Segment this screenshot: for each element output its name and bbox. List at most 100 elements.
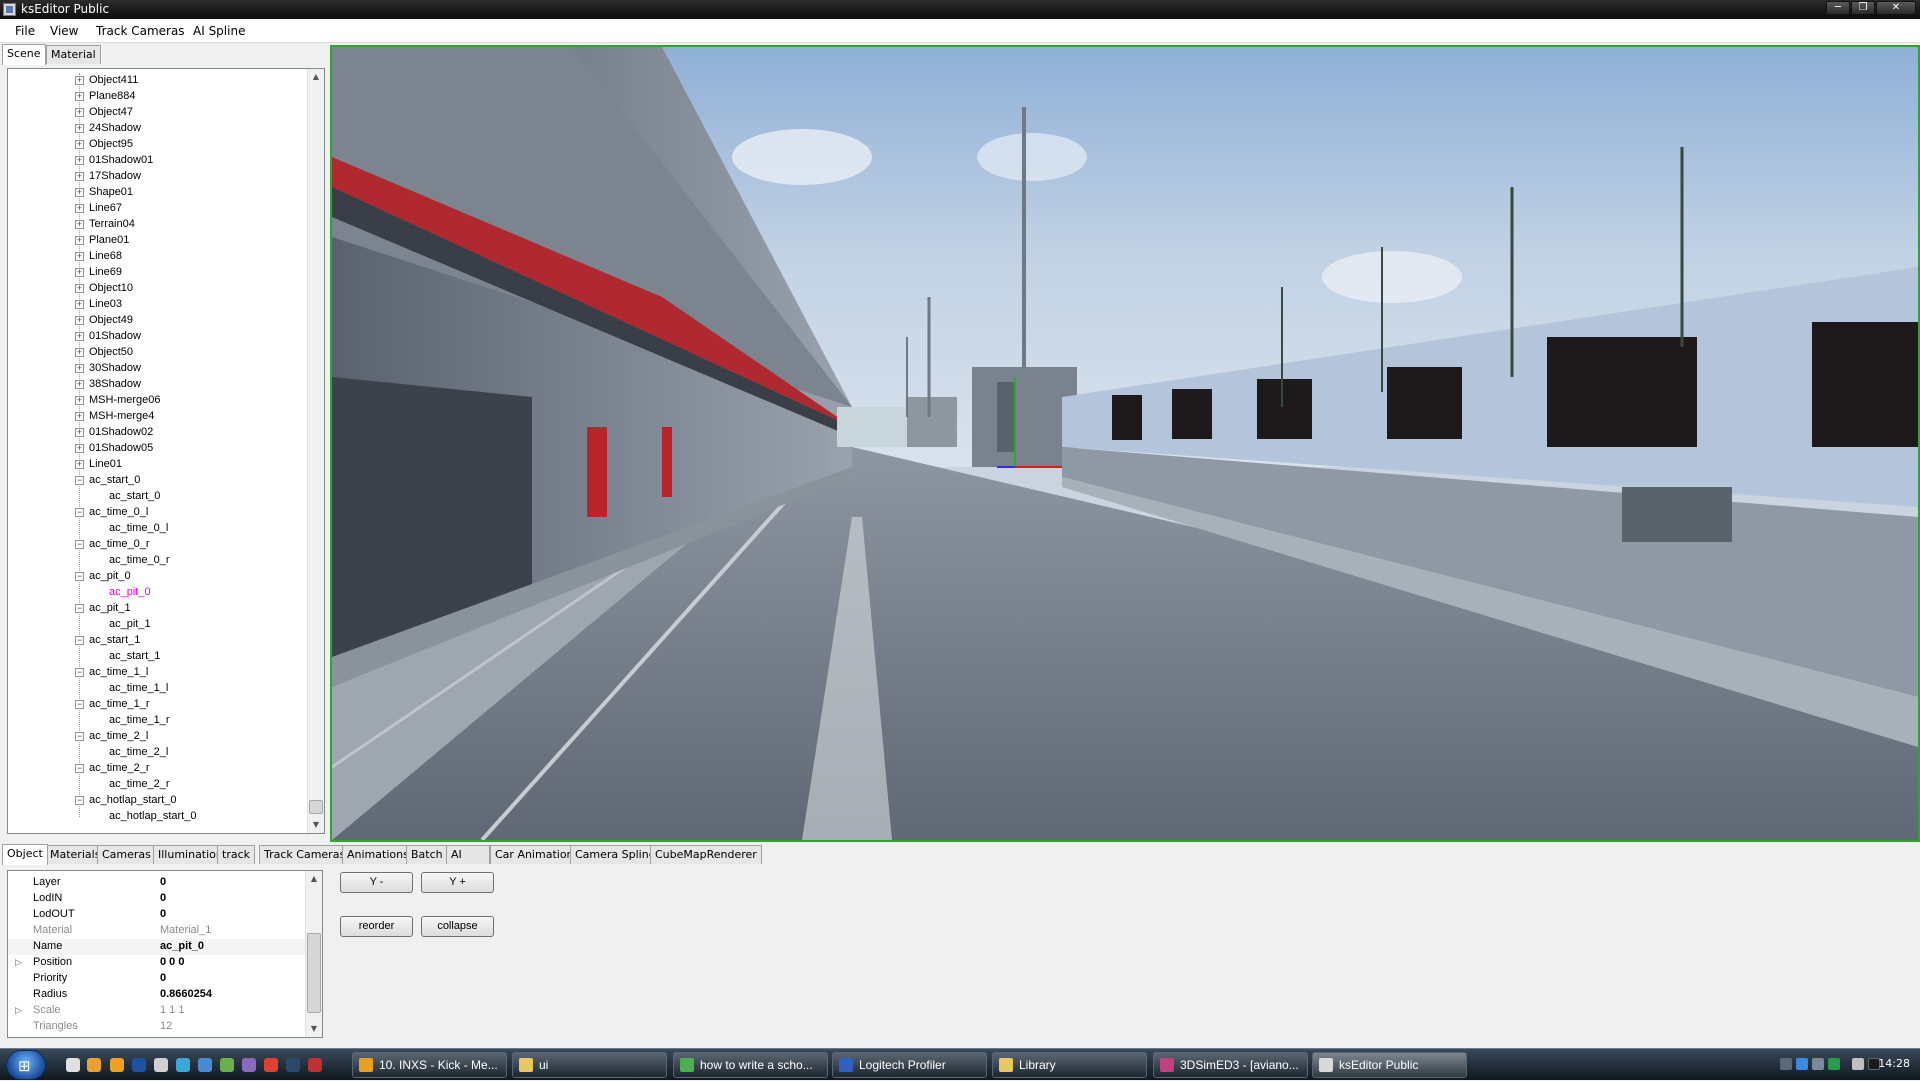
tree-node[interactable]: ac_time_1_l — [8, 681, 308, 697]
expand-icon[interactable]: + — [75, 428, 84, 437]
expand-icon[interactable]: + — [75, 300, 84, 309]
tree-node[interactable]: ac_time_0_r — [8, 553, 308, 569]
menu-ai-spline[interactable]: AI Spline — [193, 24, 245, 38]
property-value[interactable]: 0 0 0 — [160, 956, 184, 968]
expand-icon[interactable]: + — [75, 108, 84, 117]
expand-icon[interactable]: + — [75, 236, 84, 245]
collapse-icon[interactable]: − — [75, 636, 84, 645]
collapse-icon[interactable]: − — [75, 668, 84, 677]
maximize-button[interactable]: ❐ — [1851, 1, 1875, 15]
tree-node[interactable]: ac_time_1_r — [8, 713, 308, 729]
close-button[interactable]: ✕ — [1876, 1, 1916, 15]
scroll-up-arrow-icon[interactable]: ▲ — [306, 871, 322, 887]
app-icon[interactable] — [242, 1058, 256, 1072]
tree-node[interactable]: − ac_time_0_r — [8, 537, 308, 553]
tree-node[interactable]: + MSH-merge4 — [8, 409, 308, 425]
collapse-button[interactable]: collapse — [421, 916, 494, 937]
expand-icon[interactable]: + — [75, 172, 84, 181]
property-value[interactable]: 1 1 1 — [160, 1004, 184, 1016]
expand-icon[interactable]: + — [75, 204, 84, 213]
expand-icon[interactable]: + — [75, 124, 84, 133]
monitor-icon[interactable] — [1812, 1058, 1824, 1070]
scroll-thumb[interactable] — [309, 800, 323, 814]
app-icon[interactable] — [220, 1058, 234, 1072]
volume-icon[interactable] — [1852, 1058, 1864, 1070]
tree-node[interactable]: + Object10 — [8, 281, 308, 297]
scroll-thumb[interactable] — [307, 933, 321, 1013]
expand-icon[interactable]: + — [75, 348, 84, 357]
tree-node[interactable]: + Plane01 — [8, 233, 308, 249]
property-row[interactable]: Priority 0 — [8, 971, 308, 987]
property-value[interactable]: ac_pit_0 — [160, 940, 204, 952]
property-row[interactable]: Name ac_pit_0 — [8, 939, 308, 955]
expand-icon[interactable]: + — [75, 252, 84, 261]
tree-node[interactable]: + Object50 — [8, 345, 308, 361]
tab-cameras[interactable]: Cameras — [97, 845, 156, 864]
tree-node[interactable]: ac_pit_1 — [8, 617, 308, 633]
clock[interactable]: 14:28 — [1878, 1057, 1910, 1070]
tree-node[interactable]: + Line69 — [8, 265, 308, 281]
tree-node[interactable]: − ac_start_0 — [8, 473, 308, 489]
y-plus-button[interactable]: Y + — [421, 872, 494, 893]
expand-icon[interactable]: + — [75, 380, 84, 389]
expand-icon[interactable]: + — [75, 268, 84, 277]
tab-scene[interactable]: Scene — [2, 44, 46, 65]
tab-track-cameras[interactable]: Track Cameras — [259, 845, 351, 864]
photoshop-icon[interactable] — [132, 1058, 146, 1072]
tab-track[interactable]: track — [217, 845, 255, 864]
collapse-icon[interactable]: − — [75, 796, 84, 805]
tab-camera-spline[interactable]: Camera Spline — [570, 845, 661, 864]
expand-icon[interactable]: + — [75, 444, 84, 453]
tree-node[interactable]: +01Shadow01 — [8, 153, 308, 169]
tree-node[interactable]: + Plane884 — [8, 89, 308, 105]
start-button[interactable]: ⊞ — [6, 1050, 46, 1080]
tree-node[interactable]: ac_hotlap_start_0 — [8, 809, 308, 825]
tree-node[interactable]: +24Shadow — [8, 121, 308, 137]
y-minus-button[interactable]: Y - — [340, 872, 413, 893]
expand-arrow-icon[interactable]: ▷ — [15, 1005, 22, 1016]
property-row[interactable]: ▷ Position 0 0 0 — [8, 955, 308, 971]
taskbar-item[interactable]: ksEditor Public — [1312, 1052, 1467, 1078]
property-value[interactable]: 12 — [160, 1020, 172, 1032]
tree-node[interactable]: − ac_time_0_l — [8, 505, 308, 521]
tab-batch[interactable]: Batch — [406, 845, 448, 864]
property-value[interactable]: 0 — [160, 972, 166, 984]
tree-node[interactable]: + Line67 — [8, 201, 308, 217]
tab-material[interactable]: Material — [46, 45, 101, 64]
tree-node[interactable]: +17Shadow — [8, 169, 308, 185]
property-row[interactable]: LodIN 0 — [8, 891, 308, 907]
tree-node[interactable]: + Line03 — [8, 297, 308, 313]
tree-node[interactable]: − ac_time_1_r — [8, 697, 308, 713]
property-value[interactable]: 0.8660254 — [160, 988, 212, 1000]
scroll-up-arrow-icon[interactable]: ▲ — [308, 69, 324, 85]
app-icon[interactable] — [176, 1058, 190, 1072]
tree-node[interactable]: +01Shadow — [8, 329, 308, 345]
tray-expand-icon[interactable] — [1780, 1058, 1792, 1070]
collapse-icon[interactable]: − — [75, 508, 84, 517]
property-value[interactable]: 0 — [160, 908, 166, 920]
taskbar-item[interactable]: 10. INXS - Kick - Me... — [352, 1052, 507, 1078]
tree-node[interactable]: − ac_start_1 — [8, 633, 308, 649]
tree-node[interactable]: +30Shadow — [8, 361, 308, 377]
tree-node[interactable]: − ac_pit_1 — [8, 601, 308, 617]
expand-icon[interactable]: + — [75, 460, 84, 469]
tree-node[interactable]: + Object95 — [8, 137, 308, 153]
collapse-icon[interactable]: − — [75, 700, 84, 709]
tree-node[interactable]: + Object47 — [8, 105, 308, 121]
taskbar-item[interactable]: Logitech Profiler — [832, 1052, 987, 1078]
property-row[interactable]: Triangles 12 — [8, 1019, 308, 1035]
tree-node[interactable]: − ac_time_2_r — [8, 761, 308, 777]
folder-icon[interactable] — [87, 1058, 101, 1072]
expand-icon[interactable]: + — [75, 284, 84, 293]
tree-node[interactable]: + Object411 — [8, 73, 308, 89]
tree-node[interactable]: + Terrain04 — [8, 217, 308, 233]
collapse-icon[interactable]: − — [75, 732, 84, 741]
tab-animations[interactable]: Animations — [342, 845, 414, 864]
property-value[interactable]: Material_1 — [160, 924, 211, 936]
tree-node[interactable]: +38Shadow — [8, 377, 308, 393]
tab-object[interactable]: Object — [2, 844, 48, 865]
tab-cubemaprenderer[interactable]: CubeMapRenderer — [650, 845, 762, 864]
taskbar-item[interactable]: Library — [992, 1052, 1147, 1078]
collapse-icon[interactable]: − — [75, 476, 84, 485]
property-row[interactable]: LodOUT 0 — [8, 907, 308, 923]
